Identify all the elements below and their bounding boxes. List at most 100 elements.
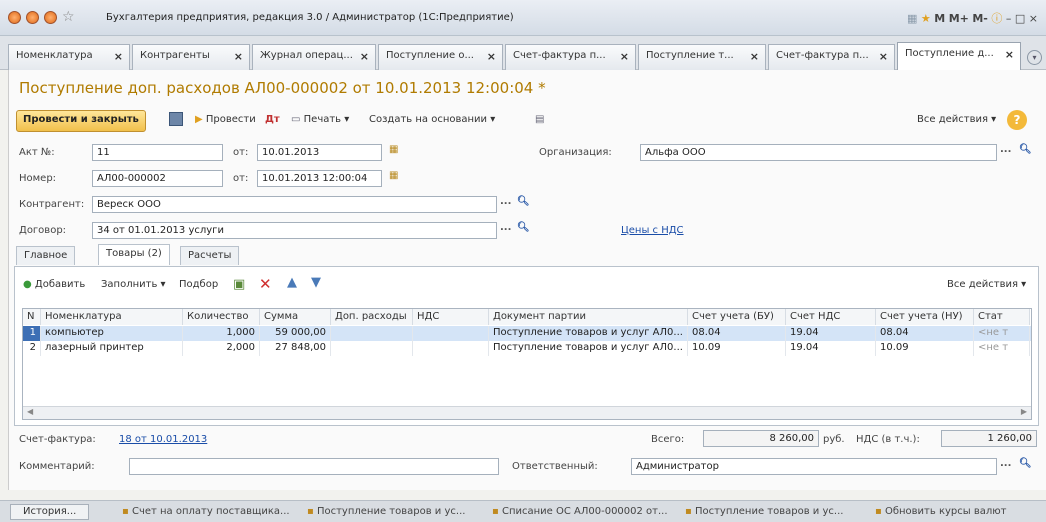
prices-with-vat-link[interactable]: Цены с НДС — [621, 225, 684, 236]
close-icon[interactable]: × — [1029, 12, 1038, 25]
account-vat[interactable]: 19.04 — [786, 341, 876, 356]
select-responsible-button[interactable]: ... — [1000, 458, 1011, 469]
tab-main[interactable]: Главное — [16, 246, 76, 265]
item-quantity[interactable]: 1,000 — [183, 326, 260, 341]
tab-counterparties[interactable]: Контрагенты × — [132, 44, 250, 70]
scroll-left-icon[interactable]: ◀ — [27, 407, 33, 416]
info-icon[interactable]: ⓘ — [991, 12, 1002, 25]
taskbar-item[interactable]: ▪ Счет на оплату поставщика... — [122, 506, 290, 517]
table-row[interactable]: 2 лазерный принтер 2,000 27 848,00 Посту… — [23, 341, 1031, 356]
close-icon[interactable]: × — [1005, 48, 1014, 61]
item-extra-costs[interactable] — [331, 341, 413, 356]
number-date-field[interactable]: 10.01.2013 12:00:04 — [257, 170, 382, 187]
table-row[interactable]: 1 компьютер 1,000 59 000,00 Поступление … — [23, 326, 1031, 341]
delete-row-icon[interactable]: ✕ — [259, 275, 272, 293]
close-icon[interactable]: × — [487, 50, 496, 63]
star-icon[interactable]: ★ — [921, 12, 931, 25]
column-header[interactable]: Номенклатура — [41, 309, 183, 325]
tab-goods[interactable]: Товары (2) — [98, 244, 170, 265]
add-button[interactable]: ● Добавить — [23, 279, 85, 290]
tab-receipt-1[interactable]: Поступление о... × — [378, 44, 503, 70]
act-date-field[interactable]: 10.01.2013 — [257, 144, 382, 161]
search-icon[interactable]: 🔍︎ — [1019, 144, 1032, 155]
calendar-icon[interactable]: ▦ — [389, 170, 398, 181]
copy-row-icon[interactable]: ▣ — [233, 277, 245, 292]
taskbar-item[interactable]: ▪ Списание ОС АЛ00-000002 от... — [492, 506, 668, 517]
document-icon[interactable]: ▤ — [535, 114, 544, 125]
dt-kt-icon[interactable]: Дт — [265, 114, 280, 125]
table-all-actions-button[interactable]: Все действия ▾ — [947, 279, 1026, 290]
tab-settlements[interactable]: Расчеты — [180, 246, 240, 265]
batch-document[interactable]: Поступление товаров и услуг АЛ0... — [489, 341, 688, 356]
invoice-link[interactable]: 18 от 10.01.2013 — [119, 434, 207, 445]
m-plus-icon[interactable]: M+ — [949, 12, 969, 25]
column-header[interactable]: Документ партии — [489, 309, 688, 325]
column-header[interactable]: Счет учета (НУ) — [876, 309, 974, 325]
all-actions-button[interactable]: Все действия ▾ — [917, 114, 996, 125]
print-button[interactable]: ▭ Печать ▾ — [291, 114, 349, 125]
taskbar-item[interactable]: ▪ Обновить курсы валют — [875, 506, 1007, 517]
act-number-field[interactable]: 11 — [92, 144, 223, 161]
app-menu-icon[interactable] — [8, 11, 21, 24]
close-icon[interactable]: × — [620, 50, 629, 63]
close-icon[interactable]: × — [360, 50, 369, 63]
column-header[interactable]: N — [23, 309, 41, 325]
history-button[interactable]: История... — [10, 504, 90, 520]
item-sum[interactable]: 27 848,00 — [260, 341, 331, 356]
item-name[interactable]: лазерный принтер — [41, 341, 183, 356]
tab-invoice-1[interactable]: Счет-фактура п... × — [505, 44, 636, 70]
item-sum[interactable]: 59 000,00 — [260, 326, 331, 341]
column-header[interactable]: Счет учета (БУ) — [688, 309, 786, 325]
search-icon[interactable]: 🔍︎ — [517, 196, 530, 207]
close-icon[interactable]: × — [750, 50, 759, 63]
post-and-close-button[interactable]: Провести и закрыть — [16, 110, 146, 132]
create-based-button[interactable]: Создать на основании ▾ — [369, 114, 495, 125]
maximize-icon[interactable]: □ — [1015, 12, 1025, 25]
organization-field[interactable]: Альфа ООО — [640, 144, 997, 161]
column-header[interactable]: Стат — [974, 309, 1030, 325]
account-nu[interactable]: 08.04 — [876, 326, 974, 341]
account-bu[interactable]: 08.04 — [688, 326, 786, 341]
back-icon[interactable] — [26, 11, 39, 24]
post-button[interactable]: ▶ Провести — [195, 114, 256, 125]
column-header[interactable]: Сумма — [260, 309, 331, 325]
column-header[interactable]: НДС — [413, 309, 489, 325]
m-minus-icon[interactable]: M- — [972, 12, 988, 25]
minimize-icon[interactable]: – — [1006, 12, 1012, 25]
item-vat[interactable] — [413, 341, 489, 356]
item-quantity[interactable]: 2,000 — [183, 341, 260, 356]
batch-document[interactable]: Поступление товаров и услуг АЛ0... — [489, 326, 688, 341]
contract-field[interactable]: 34 от 01.01.2013 услуги — [92, 222, 497, 239]
move-up-icon[interactable]: ▲ — [287, 275, 297, 290]
counterparty-field[interactable]: Вереск ООО — [92, 196, 497, 213]
horizontal-scrollbar[interactable]: ◀ ▶ — [23, 406, 1031, 419]
tab-receipt-active[interactable]: Поступление д... × — [897, 42, 1021, 71]
close-icon[interactable]: × — [879, 50, 888, 63]
item-vat[interactable] — [413, 326, 489, 341]
help-icon[interactable]: ? — [1007, 110, 1027, 130]
tabs-menu-icon[interactable]: ▾ — [1027, 50, 1042, 65]
calendar-icon[interactable]: ▦ — [389, 144, 398, 155]
number-field[interactable]: АЛ00-000002 — [92, 170, 223, 187]
account-bu[interactable]: 10.09 — [688, 341, 786, 356]
item-status[interactable]: <не т — [974, 326, 1030, 341]
item-name[interactable]: компьютер — [41, 326, 183, 341]
calc-icon[interactable]: ▦ — [907, 12, 917, 25]
fill-button[interactable]: Заполнить ▾ — [101, 279, 166, 290]
select-organization-button[interactable]: ... — [1000, 144, 1011, 155]
tab-nomenclature[interactable]: Номенклатура × — [8, 44, 130, 70]
select-counterparty-button[interactable]: ... — [500, 196, 511, 207]
tab-invoice-2[interactable]: Счет-фактура п... × — [768, 44, 895, 70]
search-icon[interactable]: 🔍︎ — [1019, 458, 1032, 469]
column-header[interactable]: Счет НДС — [786, 309, 876, 325]
account-vat[interactable]: 19.04 — [786, 326, 876, 341]
close-icon[interactable]: × — [234, 50, 243, 63]
responsible-field[interactable]: Администратор — [631, 458, 997, 475]
move-down-icon[interactable]: ▼ — [311, 275, 321, 290]
taskbar-item[interactable]: ▪ Поступление товаров и ус... — [685, 506, 843, 517]
column-header[interactable]: Доп. расходы — [331, 309, 413, 325]
tab-journal[interactable]: Журнал операц... × — [252, 44, 376, 70]
column-header[interactable]: Количество — [183, 309, 260, 325]
forward-icon[interactable] — [44, 11, 57, 24]
comment-field[interactable] — [129, 458, 499, 475]
